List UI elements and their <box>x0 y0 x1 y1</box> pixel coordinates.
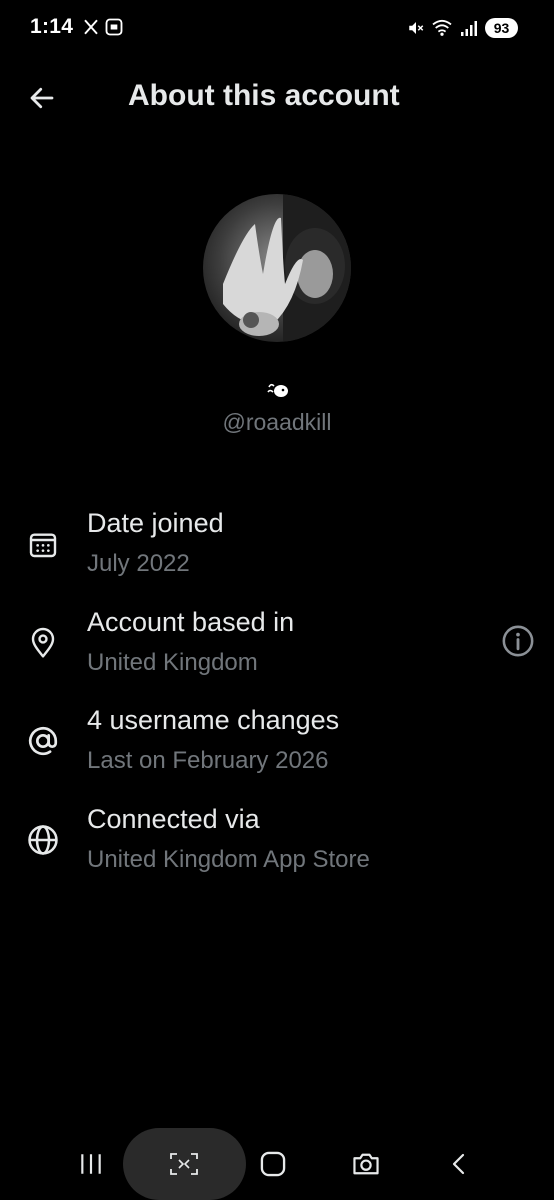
row-title: Account based in <box>87 607 295 637</box>
info-button[interactable] <box>500 623 536 659</box>
row-subtitle: United Kingdom App Store <box>87 846 370 873</box>
account-handle: @roaadkill <box>222 409 332 435</box>
signal-icon <box>461 21 477 36</box>
camera-button[interactable] <box>343 1128 389 1200</box>
location-pin-icon <box>24 624 62 662</box>
info-row-account-based-in: Account based in United Kingdom <box>0 604 554 684</box>
info-row-date-joined: Date joined July 2022 <box>0 505 554 585</box>
status-bar: 1:14 93 <box>0 0 554 56</box>
info-row-connected-via: Connected via United Kingdom App Store <box>0 801 554 881</box>
header: About this account <box>0 60 554 132</box>
status-time: 1:14 <box>30 15 74 38</box>
row-title: 4 username changes <box>87 705 340 735</box>
battery-indicator: 93 <box>485 18 518 38</box>
row-subtitle: Last on February 2026 <box>87 747 329 774</box>
globe-icon <box>24 821 62 859</box>
back-button[interactable] <box>22 78 62 118</box>
row-title: Date joined <box>87 508 224 538</box>
screen-capture-icon <box>170 1153 198 1175</box>
x-app-icon <box>84 19 98 35</box>
home-button[interactable] <box>250 1128 296 1200</box>
row-title: Connected via <box>87 804 260 834</box>
row-subtitle: United Kingdom <box>87 649 258 676</box>
wifi-icon <box>432 19 452 36</box>
status-right: 93 <box>407 17 518 39</box>
home-icon <box>260 1151 286 1177</box>
row-subtitle: July 2022 <box>87 550 190 577</box>
arrow-left-icon <box>30 87 54 109</box>
calendar-icon <box>24 525 62 563</box>
page-title: About this account <box>128 79 400 112</box>
emoji-icon <box>267 383 288 397</box>
mute-icon <box>409 22 424 34</box>
recent-apps-button[interactable] <box>68 1128 114 1200</box>
navigation-bar <box>0 1128 554 1200</box>
back-chevron-icon <box>452 1153 465 1175</box>
avatar[interactable] <box>203 194 351 342</box>
camera-icon <box>353 1153 379 1175</box>
info-row-username-changes: 4 username changes Last on February 2026 <box>0 702 554 782</box>
back-nav-button[interactable] <box>436 1128 482 1200</box>
at-sign-icon <box>24 722 62 760</box>
recent-apps-icon <box>81 1154 101 1174</box>
screen-capture-button-icon[interactable] <box>158 1128 210 1200</box>
screen-capture-icon <box>105 18 123 36</box>
avatar-image <box>203 194 351 342</box>
info-icon <box>502 625 534 657</box>
